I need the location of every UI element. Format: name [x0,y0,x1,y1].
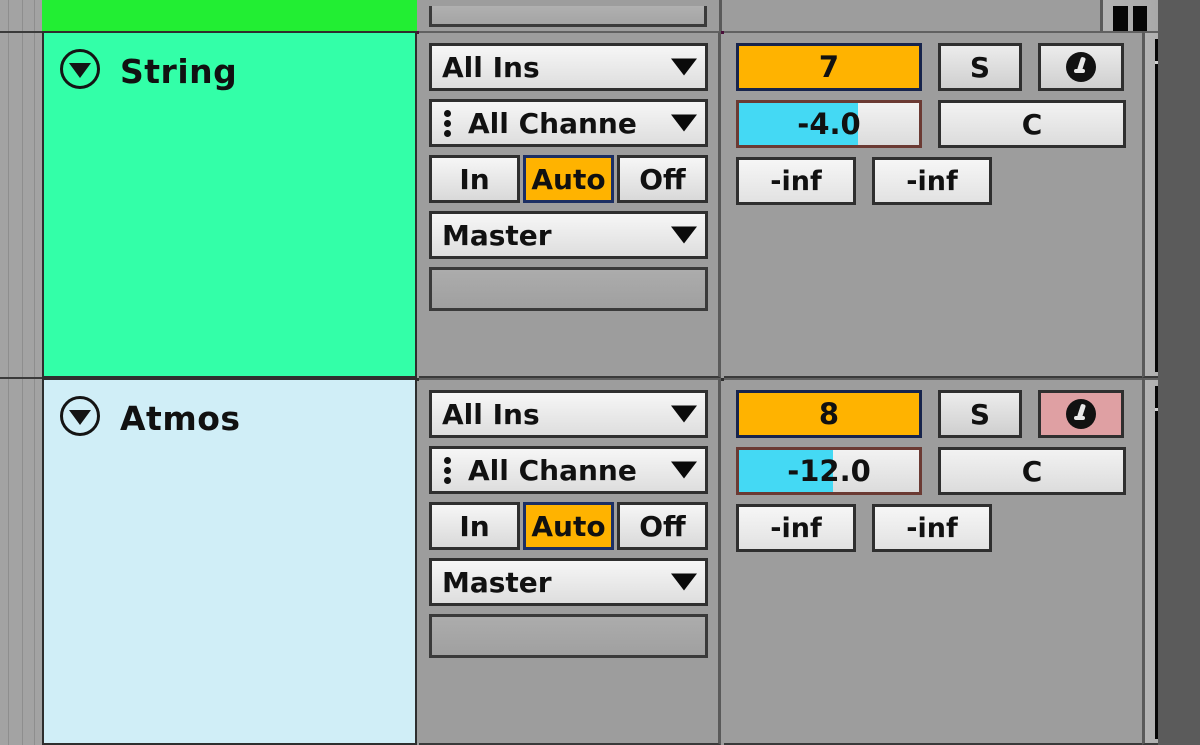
input-channel-dropdown[interactable]: All Channe [429,446,708,494]
chevron-down-icon [671,461,697,479]
send-value-field[interactable]: 8 [736,390,922,438]
volume-value: -12.0 [787,454,871,488]
track-mixer-panel: 7 S -4.0 C -inf -inf [724,31,1142,378]
drag-dots-icon [438,456,456,484]
input-type-label: All Ins [442,397,540,431]
track-title[interactable]: Atmos [120,399,241,438]
input-type-dropdown[interactable]: All Ins [429,43,708,91]
monitor-mode-group: In Auto Off [429,155,708,203]
meter-left-value[interactable]: -inf [736,157,856,205]
output-channel-slot[interactable] [429,267,708,311]
track-io-panel: All Ins All Channe In Auto Off Master [419,378,721,745]
drag-dots-icon [438,109,456,137]
meter-bar-left [1113,6,1128,31]
partial-track-color-panel[interactable] [42,0,417,31]
partial-track-io-slot[interactable] [429,6,707,27]
partial-track-io-panel [417,0,722,31]
pan-slider[interactable]: C [938,100,1126,148]
track-title[interactable]: String [120,52,237,91]
record-arm-icon [1066,52,1096,82]
partial-track-meter [1100,0,1158,31]
input-channel-label: All Channe [468,453,637,487]
track-gutter-strip [0,0,42,745]
volume-slider[interactable]: -12.0 [736,447,922,495]
monitor-mode-group: In Auto Off [429,502,708,550]
pan-slider[interactable]: C [938,447,1126,495]
meter-bar-right [1132,6,1147,31]
view-right-edge [1158,0,1200,745]
monitor-auto-button[interactable]: Auto [523,502,614,550]
chevron-down-icon [671,226,697,244]
input-channel-label: All Channe [468,106,637,140]
chevron-down-circle-icon[interactable] [60,49,100,89]
send-value-field[interactable]: 7 [736,43,922,91]
volume-slider[interactable]: -4.0 [736,100,922,148]
solo-button[interactable]: S [938,390,1022,438]
output-type-label: Master [442,218,552,252]
solo-button[interactable]: S [938,43,1022,91]
partial-track-row [0,0,1200,31]
track-row: String All Ins All Channe In Auto Off Ma… [42,31,1200,378]
chevron-down-circle-icon[interactable] [60,396,100,436]
monitor-in-button[interactable]: In [429,155,520,203]
monitor-off-button[interactable]: Off [617,155,708,203]
chevron-down-icon [671,573,697,591]
chevron-down-icon [671,58,697,76]
monitor-auto-button[interactable]: Auto [523,155,614,203]
chevron-down-icon [671,114,697,132]
input-type-label: All Ins [442,50,540,84]
track-row: Atmos All Ins All Channe In Auto Off Mas… [42,378,1200,745]
track-name-panel[interactable]: String [42,31,417,378]
input-type-dropdown[interactable]: All Ins [429,390,708,438]
track-mixer-view: String All Ins All Channe In Auto Off Ma… [0,0,1200,745]
partial-track-mixer-panel [725,0,1100,31]
record-arm-button[interactable] [1038,390,1124,438]
track-name-panel[interactable]: Atmos [42,378,417,745]
chevron-down-icon [671,405,697,423]
monitor-in-button[interactable]: In [429,502,520,550]
input-channel-dropdown[interactable]: All Channe [429,99,708,147]
record-arm-icon [1066,399,1096,429]
meter-right-value[interactable]: -inf [872,157,992,205]
track-mixer-panel: 8 S -12.0 C -inf -inf [724,378,1142,745]
monitor-off-button[interactable]: Off [617,502,708,550]
volume-value: -4.0 [797,107,861,141]
meter-right-value[interactable]: -inf [872,504,992,552]
meter-left-value[interactable]: -inf [736,504,856,552]
output-type-dropdown[interactable]: Master [429,558,708,606]
record-arm-button[interactable] [1038,43,1124,91]
output-channel-slot[interactable] [429,614,708,658]
output-type-label: Master [442,565,552,599]
track-io-panel: All Ins All Channe In Auto Off Master [419,31,721,378]
output-type-dropdown[interactable]: Master [429,211,708,259]
